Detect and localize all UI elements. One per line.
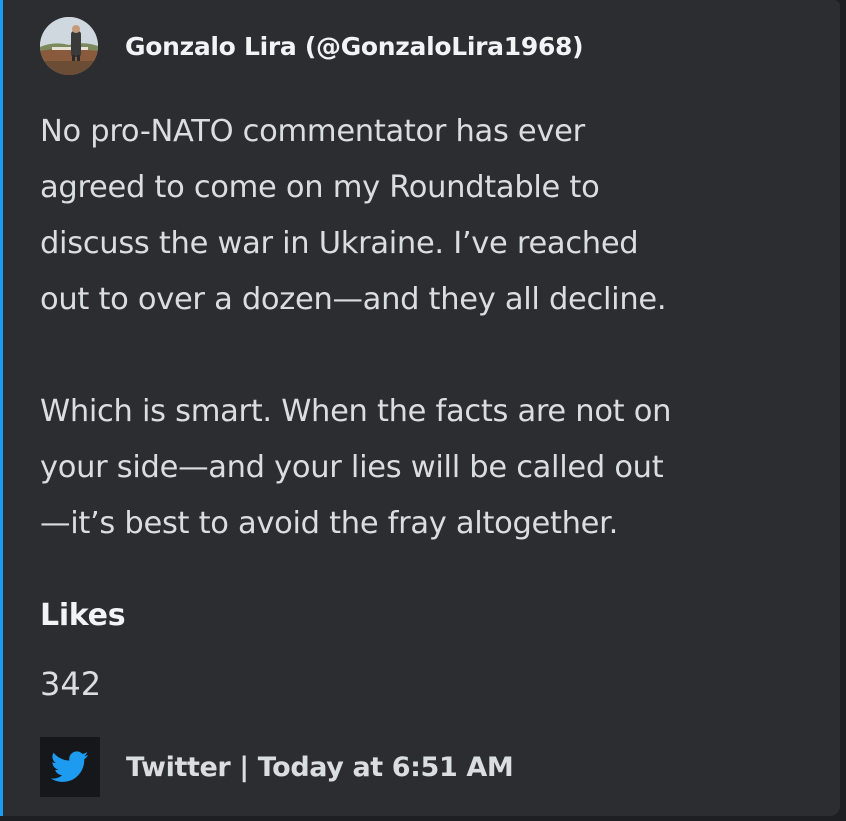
likes-field-value: 342	[40, 665, 102, 703]
embed-footer: Twitter | Today at 6:51 AM	[40, 737, 514, 797]
author-avatar[interactable]	[40, 17, 98, 75]
embed-footer-text: Twitter | Today at 6:51 AM	[126, 751, 514, 783]
tweet-paragraph: No pro-NATO commentator has ever agreed …	[40, 114, 667, 317]
tweet-embed: Gonzalo Lira (@GonzaloLira1968) No pro-N…	[0, 0, 840, 816]
tweet-text: No pro-NATO commentator has ever agreed …	[40, 104, 830, 552]
twitter-bird-icon	[40, 737, 100, 797]
embed-author: Gonzalo Lira (@GonzaloLira1968)	[40, 17, 584, 75]
likes-field-name: Likes	[40, 598, 126, 633]
author-name[interactable]: Gonzalo Lira (@GonzaloLira1968)	[125, 32, 584, 61]
tweet-paragraph: Which is smart. When the facts are not o…	[40, 394, 672, 541]
